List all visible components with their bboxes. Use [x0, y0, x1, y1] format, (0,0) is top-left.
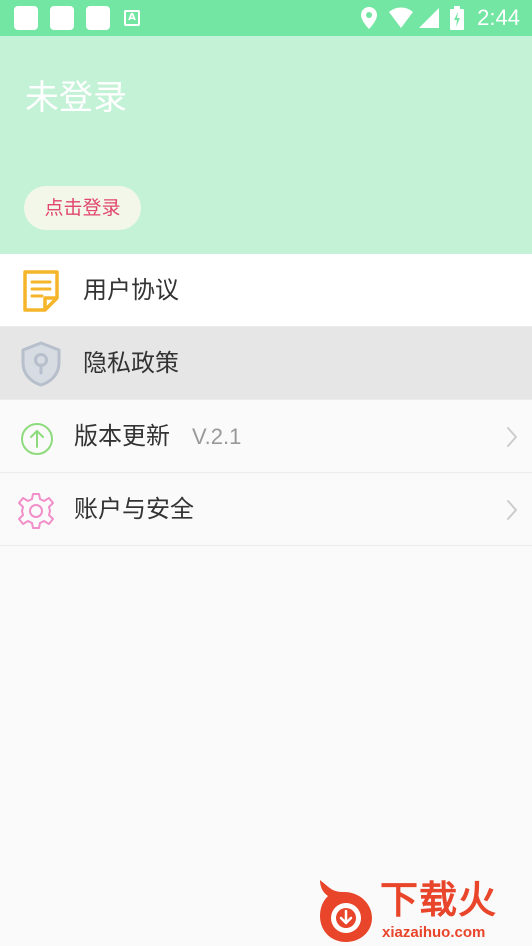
shield-lock-icon — [21, 341, 61, 387]
version-value: V.2.1 — [192, 424, 242, 449]
menu-item-label: 用户协议 — [83, 276, 179, 304]
login-status-title: 未登录 — [25, 78, 127, 118]
status-time: 2:44 — [477, 5, 520, 30]
document-icon — [23, 270, 59, 312]
gear-icon — [18, 493, 54, 529]
menu-item-privacy-policy[interactable]: 隐私政策 — [0, 327, 532, 400]
menu-item-user-agreement[interactable]: 用户协议 — [0, 254, 532, 327]
menu-item-label: 版本更新 — [74, 422, 170, 450]
watermark: 下载火 xiazaihuo.com — [312, 874, 532, 946]
notification-icon — [14, 6, 38, 30]
menu-item-label: 隐私政策 — [83, 349, 179, 377]
watermark-domain: xiazaihuo.com — [382, 924, 486, 941]
flame-logo-icon — [320, 880, 372, 942]
watermark-text: 下载火 — [380, 878, 498, 922]
menu-item-version-update[interactable]: 版本更新 V.2.1 — [0, 400, 532, 473]
login-button[interactable]: 点击登录 — [24, 186, 141, 230]
wifi-icon — [389, 7, 413, 28]
menu-item-account-security[interactable]: 账户与安全 — [0, 473, 532, 546]
upload-arrow-icon — [21, 423, 53, 455]
menu-item-label: 账户与安全 — [74, 495, 194, 523]
battery-icon — [450, 6, 464, 30]
notification-icon — [86, 6, 110, 30]
location-icon — [361, 7, 377, 29]
chevron-right-icon — [507, 427, 517, 447]
a-icon: A — [124, 10, 140, 26]
notification-icon — [50, 6, 74, 30]
profile-header: 未登录 点击登录 — [0, 36, 532, 254]
signal-icon — [419, 8, 439, 28]
status-bar: A 2:44 — [0, 0, 532, 36]
chevron-right-icon — [507, 500, 517, 520]
